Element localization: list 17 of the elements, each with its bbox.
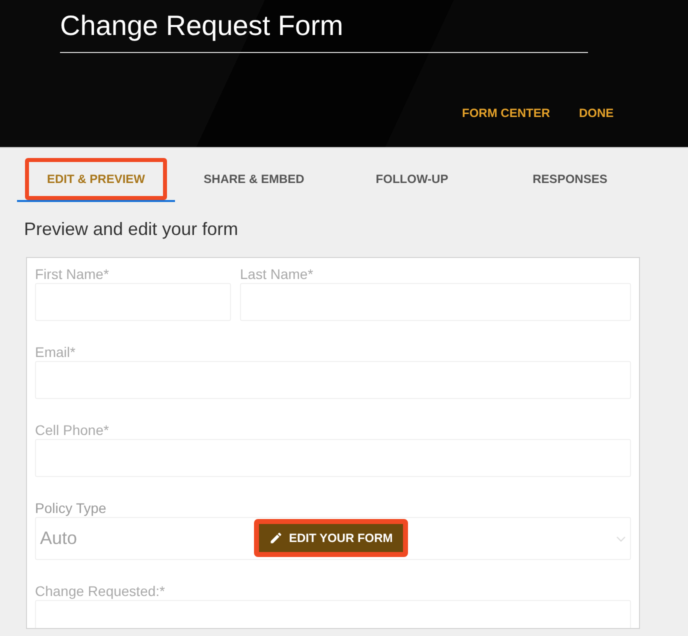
field-label: Last Name*	[240, 266, 314, 283]
form-title: Change Request Form	[60, 8, 588, 53]
header-link[interactable]: FORM CENTER	[462, 106, 550, 120]
tab[interactable]: RESPONSES	[491, 157, 649, 202]
pencil-icon	[269, 531, 283, 545]
tab[interactable]: SHARE & EMBED	[175, 157, 333, 202]
field-label: Email*	[35, 344, 76, 361]
field-label: Cell Phone*	[35, 422, 110, 439]
field-label: Change Requested:*	[35, 583, 166, 600]
field-label: Policy Type	[35, 500, 108, 517]
chevron-down-icon	[616, 536, 626, 542]
subtitle: Preview and edit your form	[24, 219, 240, 240]
field-label: First Name*	[35, 266, 110, 283]
header-link[interactable]: DONE	[579, 106, 614, 120]
edit-form-button[interactable]: EDIT YOUR FORM	[254, 519, 408, 557]
tab[interactable]: FOLLOW-UP	[333, 157, 491, 202]
input-field[interactable]	[35, 600, 631, 628]
